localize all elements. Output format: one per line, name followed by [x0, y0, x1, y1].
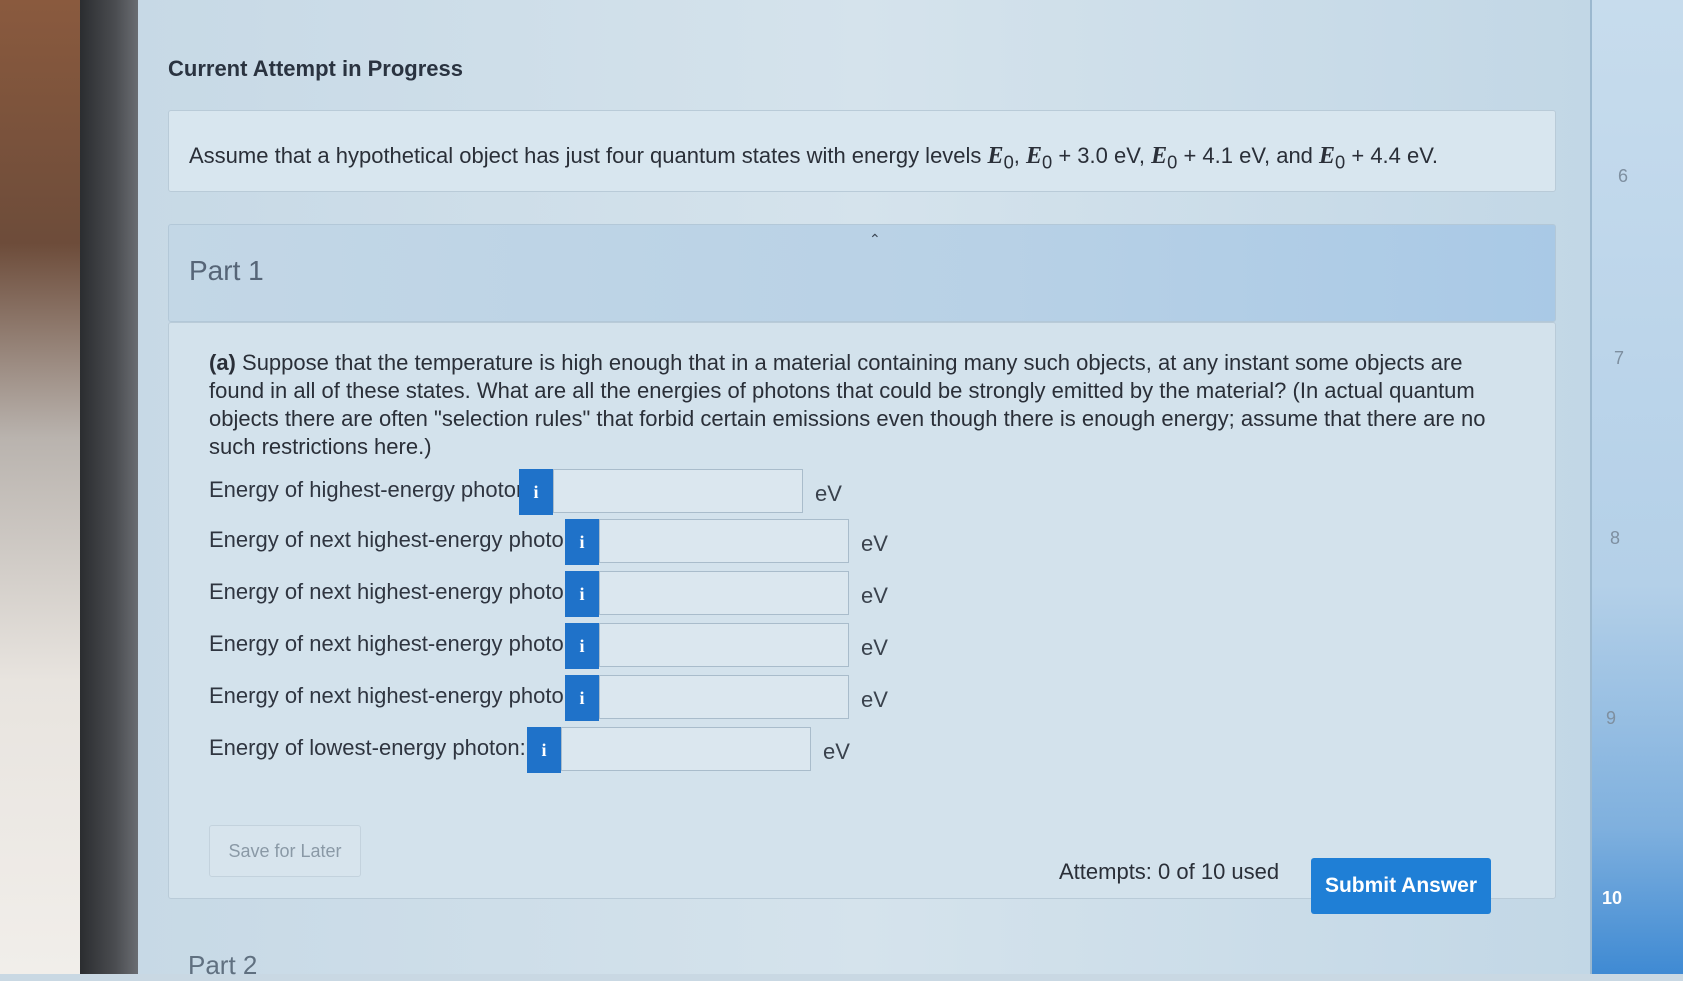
answer-label: Energy of next highest-energy photon: [209, 683, 583, 708]
part1-header[interactable]: Part 1 ⌃ [168, 224, 1556, 322]
energy-symbol: E [1319, 143, 1336, 169]
answer-input-2[interactable] [599, 519, 849, 563]
unit-label: eV [861, 583, 888, 608]
info-icon[interactable]: i [527, 727, 561, 773]
nav-item-6[interactable]: 6 [1618, 166, 1628, 187]
collapse-caret-icon[interactable]: ⌃ [869, 231, 881, 248]
answer-input-6[interactable] [561, 727, 811, 771]
subscript: 0 [1167, 151, 1178, 173]
answer-input-1[interactable] [553, 469, 803, 513]
level-sep-0: , [1013, 143, 1026, 168]
page-title: Current Attempt in Progress [168, 56, 464, 81]
unit-label: eV [861, 531, 888, 556]
unit-label: eV [815, 481, 842, 506]
energy-symbol: E [987, 143, 1004, 169]
nav-item-10[interactable]: 10 [1602, 888, 1622, 909]
question-label: (a) [209, 350, 236, 375]
nav-item-9[interactable]: 9 [1606, 708, 1616, 729]
save-for-later-button[interactable]: Save for Later [209, 825, 361, 877]
question-body: Suppose that the temperature is high eno… [209, 350, 1486, 459]
level-1: + 3.0 eV, [1052, 143, 1152, 168]
question-text: (a) Suppose that the temperature is high… [209, 349, 1499, 461]
info-icon[interactable]: i [565, 571, 599, 617]
subscript: 0 [1335, 151, 1346, 173]
info-icon[interactable]: i [565, 623, 599, 669]
problem-statement: Assume that a hypothetical object has ju… [168, 110, 1556, 192]
answer-label: Energy of next highest-energy photon: [209, 527, 583, 552]
attempts-counter: Attempts: 0 of 10 used [1059, 859, 1280, 884]
background-left [0, 0, 80, 974]
nav-item-7[interactable]: 7 [1614, 348, 1624, 369]
level-2: + 4.1 eV, and [1177, 143, 1320, 168]
answer-input-3[interactable] [599, 571, 849, 615]
subscript: 0 [1042, 151, 1053, 173]
subscript: 0 [1003, 151, 1014, 173]
problem-text: Assume that a hypothetical object has ju… [189, 143, 1438, 173]
info-icon[interactable]: i [565, 519, 599, 565]
answer-label: Energy of highest-energy photon: [209, 477, 535, 502]
answer-label: Energy of next highest-energy photon: [209, 579, 583, 604]
part1-title: Part 1 [189, 255, 264, 286]
info-icon[interactable]: i [565, 675, 599, 721]
answer-label: Energy of lowest-energy photon: [209, 735, 526, 760]
info-icon[interactable]: i [519, 469, 553, 515]
part1-body: (a) Suppose that the temperature is high… [168, 322, 1556, 914]
answer-input-5[interactable] [599, 675, 849, 719]
submit-answer-button[interactable]: Submit Answer [1311, 858, 1491, 914]
part2-title[interactable]: Part 2 [188, 950, 257, 981]
monitor-bezel [80, 0, 138, 974]
problem-prefix: Assume that a hypothetical object has ju… [189, 143, 988, 168]
energy-symbol: E [1151, 143, 1168, 169]
screen: Current Attempt in Progress Assume that … [138, 0, 1590, 980]
unit-label: eV [861, 635, 888, 660]
answer-label: Energy of next highest-energy photon: [209, 631, 583, 656]
energy-symbol: E [1026, 143, 1043, 169]
nav-item-8[interactable]: 8 [1610, 528, 1620, 549]
answer-input-4[interactable] [599, 623, 849, 667]
unit-label: eV [823, 739, 850, 764]
unit-label: eV [861, 687, 888, 712]
question-nav-sidebar: 6 7 8 9 10 [1590, 0, 1683, 974]
level-3: + 4.4 eV. [1345, 143, 1439, 168]
